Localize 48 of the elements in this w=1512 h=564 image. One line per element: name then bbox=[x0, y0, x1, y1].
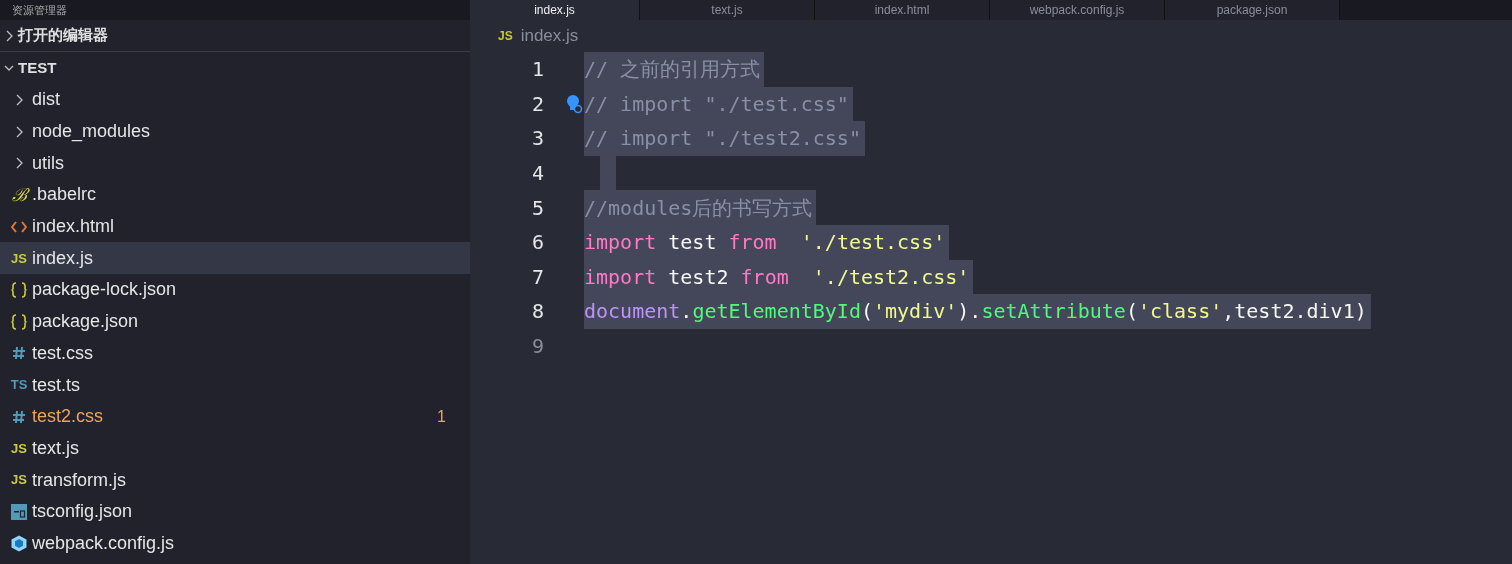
editor-tab[interactable]: package.json bbox=[1165, 0, 1340, 20]
line-number: 9 bbox=[530, 333, 545, 361]
line-number: 1 bbox=[530, 56, 545, 84]
file-tree-item[interactable]: JS text.js bbox=[0, 432, 470, 465]
editor-tab[interactable]: index.js bbox=[470, 0, 640, 20]
editor-tab[interactable]: webpack.config.js bbox=[990, 0, 1165, 20]
file-tree-item[interactable]: package-lock.json bbox=[0, 274, 470, 306]
hash-icon bbox=[12, 409, 26, 424]
js-icon: JS bbox=[498, 27, 513, 45]
file-tree-item[interactable]: ℬ .babelrc bbox=[0, 179, 470, 211]
line-number: 7 bbox=[530, 263, 545, 291]
file-tree-item[interactable]: package.json bbox=[0, 305, 470, 338]
hash-icon bbox=[12, 346, 26, 361]
js-icon: JS bbox=[11, 470, 27, 490]
config-icon bbox=[11, 503, 27, 520]
file-tree-item[interactable]: dist bbox=[0, 84, 470, 116]
editor-tab[interactable]: text.js bbox=[640, 0, 815, 20]
braces-icon bbox=[11, 281, 27, 298]
code-brackets-icon bbox=[11, 220, 27, 233]
file-tree-item[interactable]: node_modules bbox=[0, 115, 470, 148]
section-header[interactable]: 打开的编辑器 bbox=[0, 20, 470, 52]
lightbulb-icon[interactable] bbox=[565, 93, 583, 114]
line-number: 2 bbox=[530, 90, 545, 118]
panel-title: 资源管理器 bbox=[12, 2, 67, 18]
problem-count: 1 bbox=[437, 406, 446, 427]
file-tree-item[interactable]: tsconfig.json bbox=[0, 495, 470, 528]
js-icon: JS bbox=[11, 248, 27, 269]
breadcrumb[interactable]: JS index.js bbox=[470, 20, 1512, 52]
braces-icon bbox=[11, 313, 27, 330]
ts-icon: TS bbox=[10, 375, 28, 395]
chevron-icon bbox=[4, 28, 14, 43]
file-tree-item[interactable]: JS index.js bbox=[0, 242, 470, 275]
line-number: 6 bbox=[530, 229, 545, 257]
file-tree-item[interactable]: index.html bbox=[0, 210, 470, 243]
file-tree-item[interactable]: webpack.config.js bbox=[0, 527, 470, 560]
file-tree-item[interactable]: JS transform.js bbox=[0, 464, 470, 496]
editor-tab[interactable]: index.html bbox=[815, 0, 990, 20]
line-number: 8 bbox=[530, 298, 545, 326]
js-icon: JS bbox=[11, 438, 27, 459]
line-number: 3 bbox=[530, 125, 545, 153]
file-tree-item[interactable]: TS test.ts bbox=[0, 369, 470, 401]
cube-icon bbox=[11, 534, 27, 552]
line-number: 4 bbox=[530, 160, 545, 188]
file-tree-item[interactable]: test.css bbox=[0, 337, 470, 370]
section-header[interactable]: TEST bbox=[0, 52, 470, 84]
line-number: 5 bbox=[530, 194, 545, 222]
file-tree-item[interactable]: utils bbox=[0, 147, 470, 180]
file-tree-item[interactable]: test2.css 1 bbox=[0, 400, 470, 433]
